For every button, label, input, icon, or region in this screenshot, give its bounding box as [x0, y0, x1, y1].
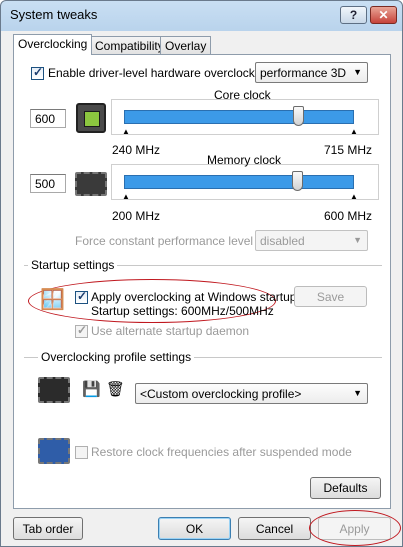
- apply-at-startup-checkbox[interactable]: [75, 289, 88, 304]
- annotation-oval-apply: [309, 510, 401, 546]
- core-clock-tick-min: ▲: [122, 127, 130, 136]
- memory-clock-tick-min: ▲: [122, 192, 130, 201]
- tab-overclocking[interactable]: Overclocking: [13, 34, 93, 55]
- memory-clock-input[interactable]: 500: [30, 174, 66, 193]
- enable-overclocking-checkbox[interactable]: [31, 65, 44, 80]
- profile-section-label: Overclocking profile settings: [38, 350, 195, 364]
- memory-clock-slider-thumb[interactable]: [292, 171, 303, 191]
- core-clock-title: Core clock: [214, 88, 271, 102]
- close-button[interactable]: ✕: [370, 6, 397, 24]
- chevron-down-icon: ▼: [353, 388, 362, 398]
- tab-order-button[interactable]: Tab order: [13, 517, 83, 540]
- core-clock-min-label: 240 MHz: [112, 143, 161, 157]
- save-button[interactable]: Save: [294, 286, 367, 307]
- core-clock-input[interactable]: 600: [30, 109, 66, 128]
- performance-profile-select[interactable]: performance 3D ▼: [255, 62, 368, 83]
- overclocking-panel: Enable driver-level hardware overclockin…: [13, 54, 391, 509]
- overclocking-profile-value: <Custom overclocking profile>: [140, 387, 302, 401]
- chevron-down-icon: ▼: [353, 67, 362, 77]
- core-clock-max-label: 715 MHz: [324, 143, 373, 157]
- core-clock-tick-max: ▲: [350, 127, 358, 136]
- cancel-button[interactable]: Cancel: [238, 517, 311, 540]
- delete-profile-icon[interactable]: 🗑: [106, 380, 125, 398]
- memory-clock-max-label: 600 MHz: [324, 209, 373, 223]
- title-bar[interactable]: System tweaks ? ✕: [1, 1, 402, 29]
- profile-film-icon: [38, 377, 70, 403]
- defaults-button[interactable]: Defaults: [310, 477, 381, 499]
- alternate-daemon-checkbox[interactable]: [75, 323, 88, 338]
- force-performance-select[interactable]: disabled ▼: [255, 230, 368, 251]
- performance-profile-value: performance 3D: [260, 66, 347, 80]
- save-profile-icon[interactable]: 💾: [82, 380, 101, 398]
- system-tweaks-window: System tweaks ? ✕ Overclocking Compatibi…: [0, 0, 403, 547]
- tab-overlay[interactable]: Overlay: [160, 36, 212, 54]
- startup-section-label: Startup settings: [28, 258, 118, 272]
- memory-clock-title: Memory clock: [207, 153, 282, 167]
- overclocking-profile-select[interactable]: <Custom overclocking profile> ▼: [135, 383, 368, 404]
- windows-startup-icon: 🪟: [40, 289, 65, 311]
- restore-clock-icon: [38, 438, 70, 464]
- force-performance-label: Force constant performance level: [75, 234, 254, 248]
- startup-settings-text: Startup settings: 600MHz/500MHz: [91, 304, 274, 318]
- alternate-daemon-label: Use alternate startup daemon: [91, 324, 250, 338]
- restore-clock-checkbox[interactable]: [75, 446, 88, 459]
- gpu-chip-icon: [76, 103, 106, 133]
- tab-compatibility[interactable]: Compatibility: [90, 36, 169, 54]
- chevron-down-icon: ▼: [353, 235, 362, 245]
- memory-module-icon: [75, 172, 107, 196]
- memory-clock-min-label: 200 MHz: [112, 209, 161, 223]
- memory-clock-slider-track[interactable]: [124, 175, 354, 189]
- core-clock-slider-track[interactable]: [124, 110, 354, 124]
- apply-at-startup-label: Apply overclocking at Windows startup: [91, 290, 297, 304]
- ok-button[interactable]: OK: [158, 517, 231, 540]
- window-title: System tweaks: [10, 7, 98, 22]
- core-clock-slider-thumb[interactable]: [293, 106, 304, 126]
- restore-clock-label: Restore clock frequencies after suspende…: [91, 445, 352, 459]
- memory-clock-tick-max: ▲: [350, 192, 358, 201]
- help-button[interactable]: ?: [340, 6, 367, 24]
- force-performance-value: disabled: [260, 234, 305, 248]
- enable-overclocking-label: Enable driver-level hardware overclockin…: [48, 66, 271, 80]
